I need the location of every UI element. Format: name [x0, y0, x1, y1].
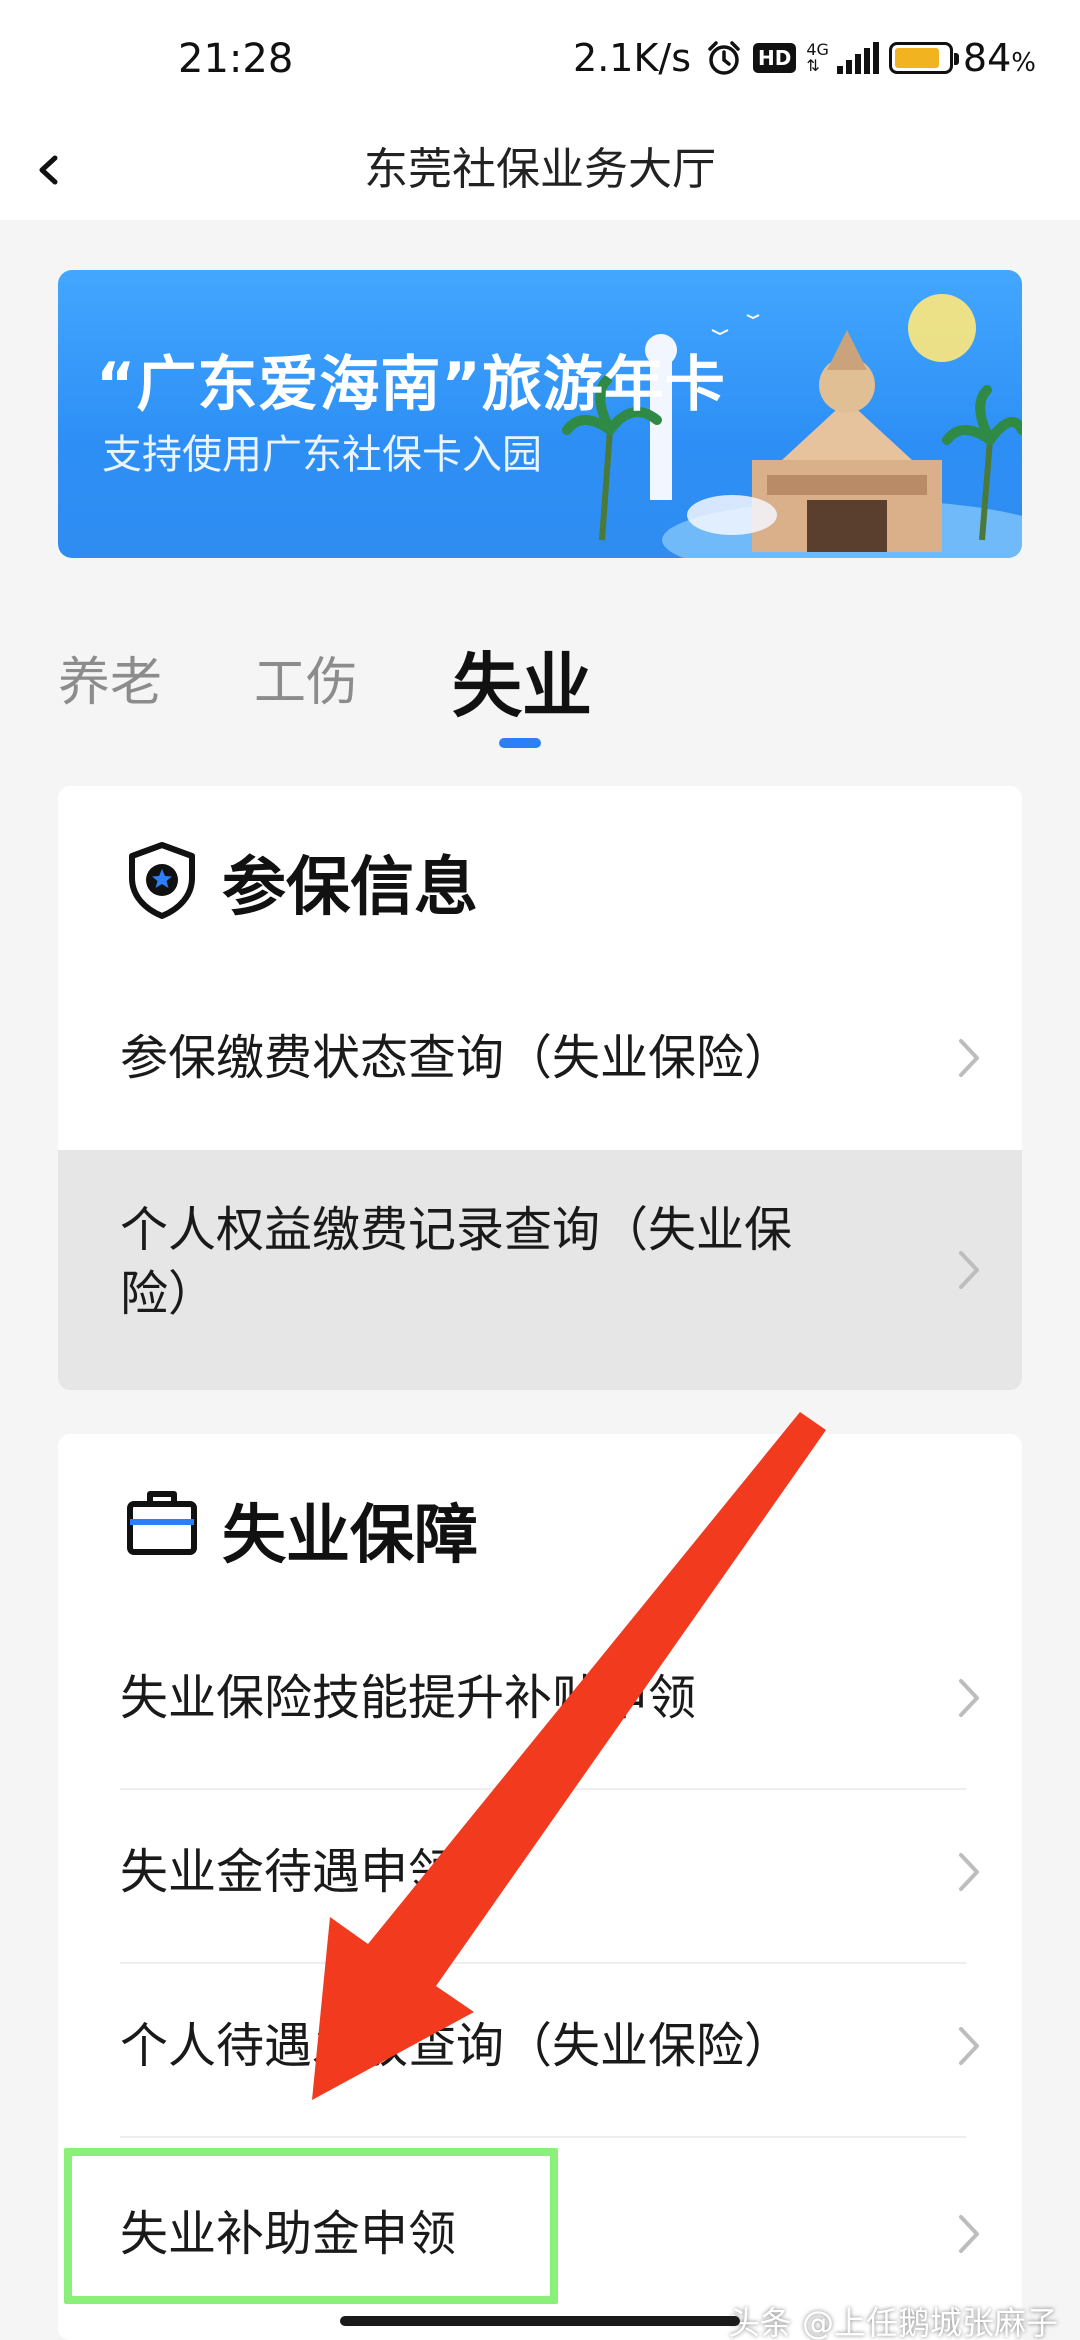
- list-item-label: 失业金待遇申领: [120, 1844, 457, 1900]
- list-item[interactable]: 失业金待遇申领: [58, 1790, 1022, 1962]
- status-time: 21:28: [178, 36, 294, 82]
- alarm-icon: [708, 41, 740, 75]
- home-indicator[interactable]: [340, 2316, 740, 2326]
- section-header: 参保信息: [58, 786, 1022, 966]
- section-header: 失业保障: [58, 1434, 1022, 1614]
- tab-unemployment[interactable]: 失业: [452, 630, 592, 731]
- promo-banner[interactable]: “广东爱海南”旅游年卡 支持使用广东社保卡入园: [58, 270, 1022, 558]
- chevron-right-icon: [959, 1251, 979, 1289]
- app-header: 东莞社保业务大厅: [0, 120, 1080, 220]
- status-bar: 21:28 2.1K/s HD 4G ⇅ 84%: [0, 0, 1080, 120]
- signal-icon: [836, 42, 879, 74]
- network-speed: 2.1K/s: [573, 36, 691, 80]
- banner-title: “广东爱海南”旅游年卡: [96, 350, 726, 420]
- list-item[interactable]: 个人权益缴费记录查询（失业保 险）: [58, 1150, 1022, 1390]
- active-tab-indicator: [499, 738, 541, 748]
- chevron-right-icon: [959, 1039, 979, 1077]
- chevron-right-icon: [959, 1853, 979, 1891]
- tab-pension[interactable]: 养老: [58, 640, 162, 715]
- chevron-right-icon: [959, 2215, 979, 2253]
- banner-subtitle: 支持使用广东社保卡入园: [102, 432, 542, 478]
- status-indicators: 2.1K/s HD 4G ⇅ 84%: [573, 36, 1036, 80]
- insurance-info-card: 参保信息 参保缴费状态查询（失业保险） 个人权益缴费记录查询（失业保 险）: [58, 786, 1022, 1390]
- watermark: 头条 @上任鹅城张麻子: [727, 2304, 1058, 2340]
- chevron-right-icon: [959, 1679, 979, 1717]
- list-item[interactable]: 失业保险技能提升补贴申领: [58, 1614, 1022, 1788]
- shield-star-icon: [129, 842, 195, 919]
- list-item-label: 个人权益缴费记录查询（失业保 险）: [120, 1202, 793, 1322]
- list-item-label: 个人待遇发放查询（失业保险）: [120, 2018, 793, 2074]
- battery-icon: [888, 42, 959, 74]
- tab-work-injury[interactable]: 工伤: [254, 640, 358, 715]
- list-item-label: 失业保险技能提升补贴申领: [120, 1670, 697, 1726]
- highlight-box: [64, 2148, 558, 2304]
- battery-fill: [894, 48, 939, 68]
- chevron-right-icon: [959, 2027, 979, 2065]
- list-item-label: 参保缴费状态查询（失业保险）: [120, 1030, 793, 1086]
- list-item[interactable]: 参保缴费状态查询（失业保险）: [58, 966, 1022, 1150]
- section-title: 参保信息: [222, 851, 478, 925]
- page-title: 东莞社保业务大厅: [364, 144, 716, 195]
- hd-badge: HD: [753, 43, 797, 73]
- battery-percent: 84%: [962, 36, 1036, 80]
- network-type-icon: 4G ⇅: [806, 42, 829, 74]
- briefcase-icon: [127, 1491, 197, 1555]
- section-title: 失业保障: [222, 1499, 478, 1573]
- data-arrows-icon: ⇅: [806, 56, 820, 75]
- list-item[interactable]: 个人待遇发放查询（失业保险）: [58, 1964, 1022, 2136]
